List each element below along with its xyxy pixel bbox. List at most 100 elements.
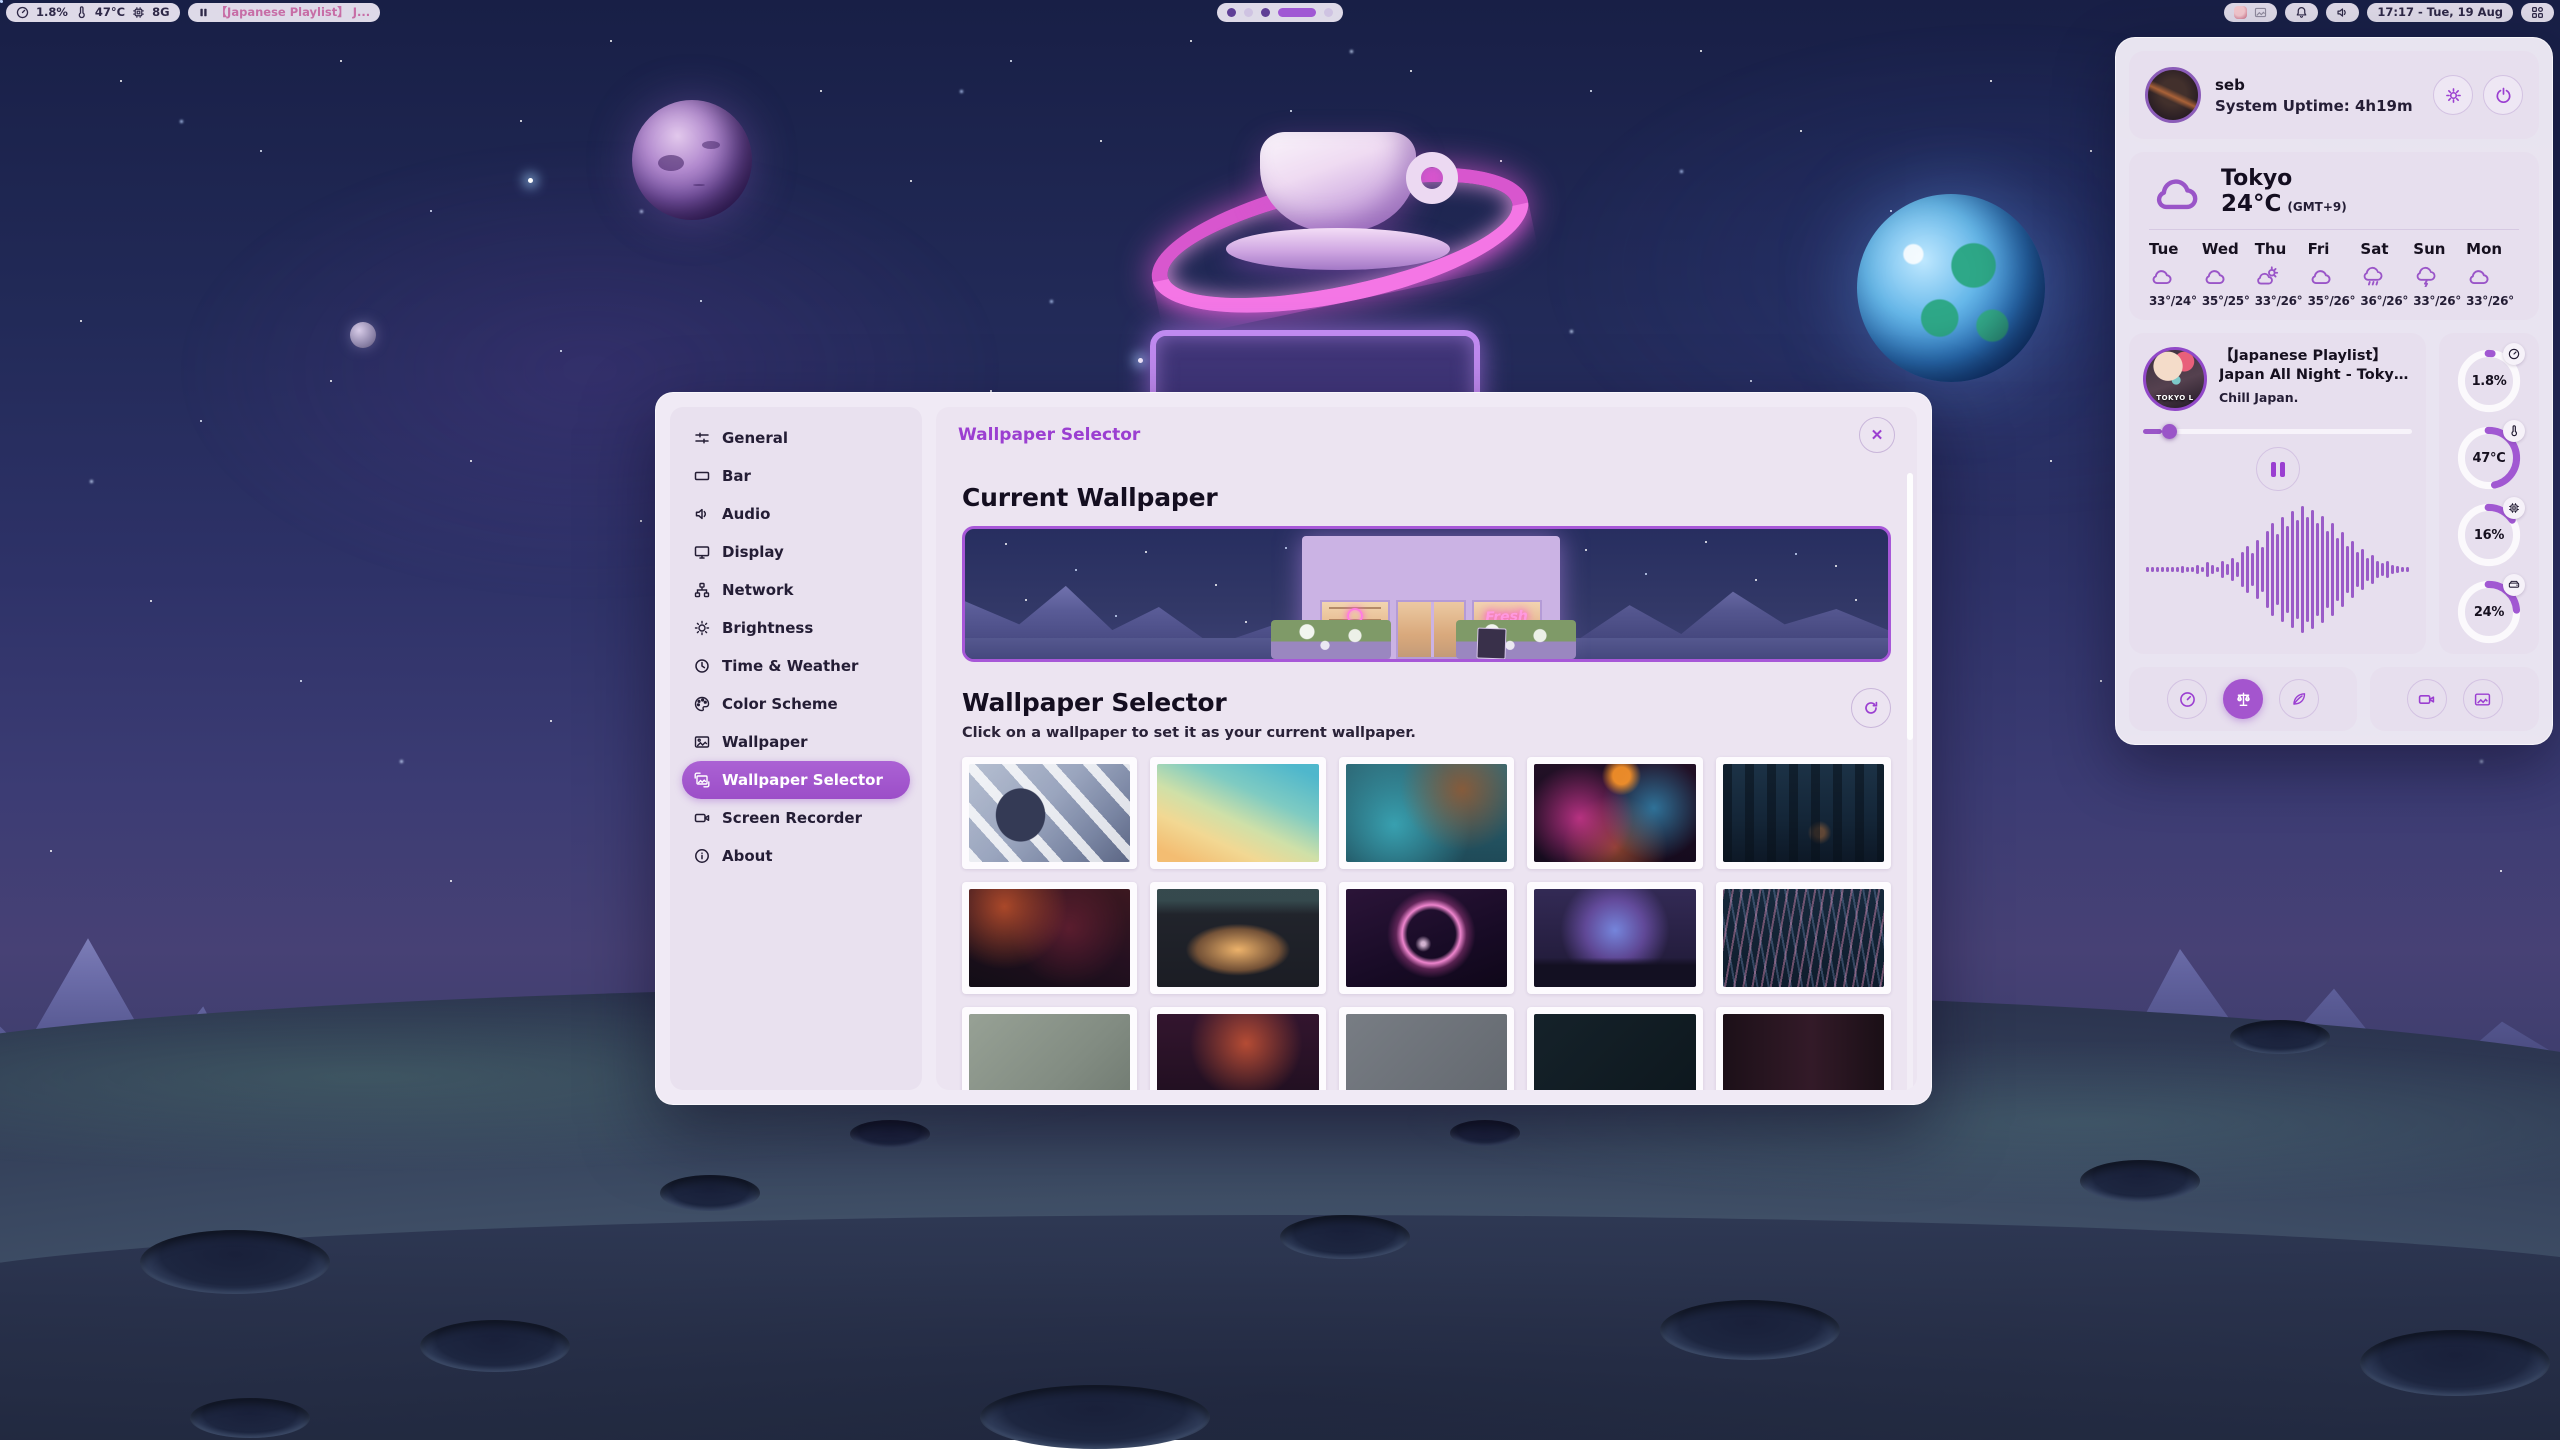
cpu-temp-gauge: 47°C [2457,420,2521,490]
current-wallpaper-heading: Current Wallpaper [962,483,1891,512]
clock-text: 17:17 - Tue, 19 Aug [2377,5,2503,19]
clock-pill[interactable]: 17:17 - Tue, 19 Aug [2367,3,2513,22]
dashboard-toggle-pill[interactable] [2521,3,2554,22]
power-button[interactable] [2483,75,2523,115]
slider-track[interactable] [2143,429,2412,434]
pause-button[interactable] [2256,447,2300,491]
forecast-row: Tue 33°/24° Wed 35°/25° Thu 33°/26° Fri … [2149,240,2519,308]
workspace-dot-5[interactable] [1324,8,1333,17]
sidebar-item-time-weather[interactable]: Time & Weather [682,647,910,685]
wallpaper-thumb-anime-girl-crosswalk[interactable] [962,757,1137,869]
album-art-text: TOKYO L [2146,394,2204,402]
image-icon [694,734,710,750]
memory-usage: 8G [152,5,169,19]
seek-slider[interactable] [2143,423,2412,439]
speaker-icon [694,506,710,522]
disk-icon [2508,579,2520,591]
flower-planter [1456,620,1576,659]
sidebar-item-display[interactable]: Display [682,533,910,571]
weather-timezone: (GMT+9) [2287,200,2346,214]
wallpaper-thumb-dark-blue-forest[interactable] [1716,757,1891,869]
crater [2360,1330,2550,1396]
sidebar-label: Brightness [722,619,813,637]
sidebar-item-audio[interactable]: Audio [682,495,910,533]
forecast-day: Wed 35°/25° [2202,240,2255,308]
window-title: Wallpaper Selector [958,425,1140,445]
gear-icon [2445,87,2462,104]
scrollbar[interactable] [1907,473,1913,1090]
volume-pill[interactable] [2326,3,2359,22]
wallpaper-thumb-teal-yellow-gradient[interactable] [1150,757,1325,869]
wallpaper-thumb-dark-autumn-trees[interactable] [1150,1007,1325,1090]
wallpaper-thumb-red-ember-landscape[interactable] [962,882,1137,994]
workspace-dot-1[interactable] [1227,8,1236,17]
wallpaper-selector-content: Current Wallpaper Fresh Moon Beans [936,463,1917,1090]
speaker-icon [2336,6,2349,19]
wallpaper-thumb-blurred-teal-orange[interactable] [1339,757,1514,869]
power-saver-profile-button[interactable] [2279,679,2319,719]
album-art: TOKYO L [2143,347,2207,411]
workspace-dot-2[interactable] [1244,8,1253,17]
pause-icon [198,7,209,18]
sidebar-item-wallpaper-selector[interactable]: Wallpaper Selector [682,761,910,799]
wallpaper-thumb-dark-maroon-gradient[interactable] [1716,1007,1891,1090]
workspace-dot-3[interactable] [1261,8,1270,17]
cpu-usage: 1.8% [36,5,68,19]
media-pill[interactable]: 【Japanese Playlist】 J... [188,3,381,22]
wallpaper-thumb-gray-green-field[interactable] [962,1007,1137,1090]
sidebar-item-about[interactable]: About [682,837,910,875]
screenshot-button[interactable] [2463,679,2503,719]
sidebar-label: Audio [722,505,770,523]
close-icon: ✕ [1871,426,1884,444]
forecast-temps: 35°/26° [2308,294,2356,308]
settings-button[interactable] [2433,75,2473,115]
balanced-profile-button[interactable] [2223,679,2263,719]
clock-icon [694,658,710,674]
notifications-pill[interactable] [2285,3,2318,22]
wallpaper-thumb-lofi-coffee-storefront[interactable] [1150,882,1325,994]
weather-city: Tokyo [2221,166,2347,191]
workspace-dot-4-active[interactable] [1278,8,1316,17]
thermometer-icon [2508,425,2520,437]
sidebar-item-color-scheme[interactable]: Color Scheme [682,685,910,723]
tray-app-icon[interactable] [2234,6,2247,19]
slider-thumb[interactable] [2162,424,2177,439]
close-button[interactable]: ✕ [1859,417,1895,453]
capture-card [2370,667,2539,731]
dashboard-panel: seb System Uptime: 4h19m Tokyo 24°C (GMT… [2115,37,2553,745]
wallpaper-thumb-pink-mesh-wave[interactable] [1716,882,1891,994]
forecast-day-label: Tue [2149,240,2178,258]
forecast-day: Tue 33°/24° [2149,240,2202,308]
rain-cloud-icon [2360,265,2386,287]
forecast-temps: 33°/24° [2149,294,2197,308]
forecast-day: Mon 33°/26° [2466,240,2519,308]
system-tray-pill[interactable] [2224,3,2277,22]
wallpaper-thumb-neon-arcade-alley[interactable] [1527,757,1702,869]
sidebar-item-brightness[interactable]: Brightness [682,609,910,647]
system-stats-pill[interactable]: 1.8% 47°C 8G [6,3,180,22]
sidebar-item-screen-recorder[interactable]: Screen Recorder [682,799,910,837]
refresh-icon [1863,700,1879,716]
sidebar-item-bar[interactable]: Bar [682,457,910,495]
screen-record-button[interactable] [2407,679,2447,719]
tray-image-icon[interactable] [2254,6,2267,19]
wallpaper-thumb-dark-teal-night[interactable] [1527,1007,1702,1090]
wallpaper-thumb-pink-eclipse-ring[interactable] [1339,882,1514,994]
preview-stars [965,529,967,531]
video-camera-icon [694,810,710,826]
sidebar-item-network[interactable]: Network [682,571,910,609]
crater [420,1320,570,1372]
pause-icon [2271,462,2276,477]
scrollbar-thumb[interactable] [1907,473,1913,740]
network-icon [694,582,710,598]
wallpaper-thumb-purple-nebula-forest[interactable] [1527,882,1702,994]
sidebar-item-general[interactable]: General [682,419,910,457]
crater [1450,1120,1520,1146]
brightness-icon [694,620,710,636]
avatar [2145,67,2201,123]
refresh-button[interactable] [1851,688,1891,728]
performance-profile-button[interactable] [2167,679,2207,719]
sidebar-item-wallpaper[interactable]: Wallpaper [682,723,910,761]
wallpaper-thumb-gray-minimal[interactable] [1339,1007,1514,1090]
window-header: Wallpaper Selector ✕ [936,407,1917,463]
